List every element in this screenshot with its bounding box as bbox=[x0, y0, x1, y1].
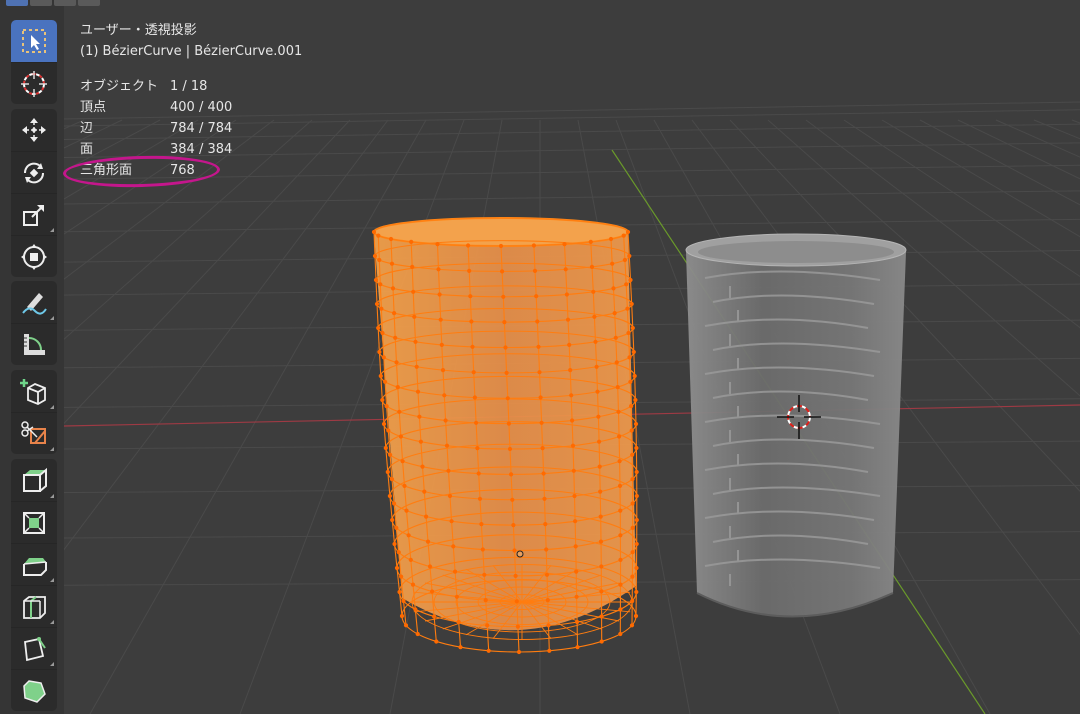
stat-value: 784 / 784 bbox=[170, 121, 233, 136]
tool-shrink-fatten-button[interactable] bbox=[11, 669, 57, 711]
knife-icon bbox=[21, 420, 46, 444]
tool-group-add bbox=[11, 370, 57, 454]
tool-group-select bbox=[11, 20, 57, 104]
bevel-icon bbox=[23, 557, 47, 576]
tool-loop-cut-button[interactable] bbox=[11, 585, 57, 627]
tool-move-button[interactable] bbox=[11, 109, 57, 151]
tab-subtract-mode[interactable] bbox=[54, 0, 76, 6]
stat-row-vertices: 頂点 400 / 400 bbox=[80, 97, 302, 118]
stat-label: 辺 bbox=[80, 121, 94, 136]
rotate-icon bbox=[23, 162, 45, 183]
cursor-icon bbox=[21, 70, 47, 97]
extrude-icon bbox=[23, 467, 47, 492]
tool-inset-button[interactable] bbox=[11, 501, 57, 543]
select-box-icon bbox=[22, 29, 46, 53]
tool-group-annotate bbox=[11, 281, 57, 365]
loop-cut-icon bbox=[23, 595, 46, 619]
poly-build-icon bbox=[24, 636, 46, 661]
tool-add-cube-button[interactable] bbox=[11, 370, 57, 412]
stat-label: 頂点 bbox=[80, 100, 107, 115]
tool-bevel-button[interactable] bbox=[11, 543, 57, 585]
tool-scale-button[interactable] bbox=[11, 193, 57, 235]
transform-icon bbox=[21, 243, 47, 270]
active-object-label: (1) BézierCurve | BézierCurve.001 bbox=[80, 44, 303, 59]
stat-row-edges: 辺 784 / 784 bbox=[80, 118, 302, 139]
editor-mode-tabs bbox=[6, 0, 100, 8]
tab-intersect-mode[interactable] bbox=[78, 0, 100, 6]
tool-select-box-button[interactable] bbox=[11, 20, 57, 62]
shrink-fatten-icon bbox=[23, 679, 46, 703]
tool-extrude-button[interactable] bbox=[11, 459, 57, 501]
inset-icon bbox=[23, 511, 45, 534]
stat-row-objects: オブジェクト 1 / 18 bbox=[80, 76, 302, 97]
tool-knife-button[interactable] bbox=[11, 412, 57, 454]
stat-value: 1 / 18 bbox=[170, 79, 208, 94]
tool-shelf bbox=[0, 0, 100, 714]
gray-cylinder-object[interactable] bbox=[685, 233, 907, 618]
add-cube-icon bbox=[20, 379, 46, 405]
tool-transform-button[interactable] bbox=[11, 235, 57, 277]
annotate-icon bbox=[22, 293, 47, 315]
tool-rotate-button[interactable] bbox=[11, 151, 57, 193]
tool-group-transform bbox=[11, 109, 57, 277]
tool-cursor-button[interactable] bbox=[11, 62, 57, 104]
tab-extend-mode[interactable] bbox=[30, 0, 52, 6]
view-perspective-label: ユーザー・透視投影 bbox=[80, 23, 197, 38]
tool-poly-build-button[interactable] bbox=[11, 627, 57, 669]
tool-group-mesh bbox=[11, 459, 57, 711]
move-icon bbox=[22, 118, 46, 142]
scale-icon bbox=[23, 204, 44, 226]
selected-orange-cylinder-object[interactable] bbox=[371, 217, 639, 655]
tool-annotate-button[interactable] bbox=[11, 281, 57, 323]
tool-measure-button[interactable] bbox=[11, 323, 57, 365]
tab-select-mode[interactable] bbox=[6, 0, 28, 6]
measure-icon bbox=[24, 333, 45, 355]
stat-label: オブジェクト bbox=[80, 79, 159, 94]
stat-value: 400 / 400 bbox=[170, 100, 233, 115]
object-origin-dot bbox=[516, 550, 524, 558]
